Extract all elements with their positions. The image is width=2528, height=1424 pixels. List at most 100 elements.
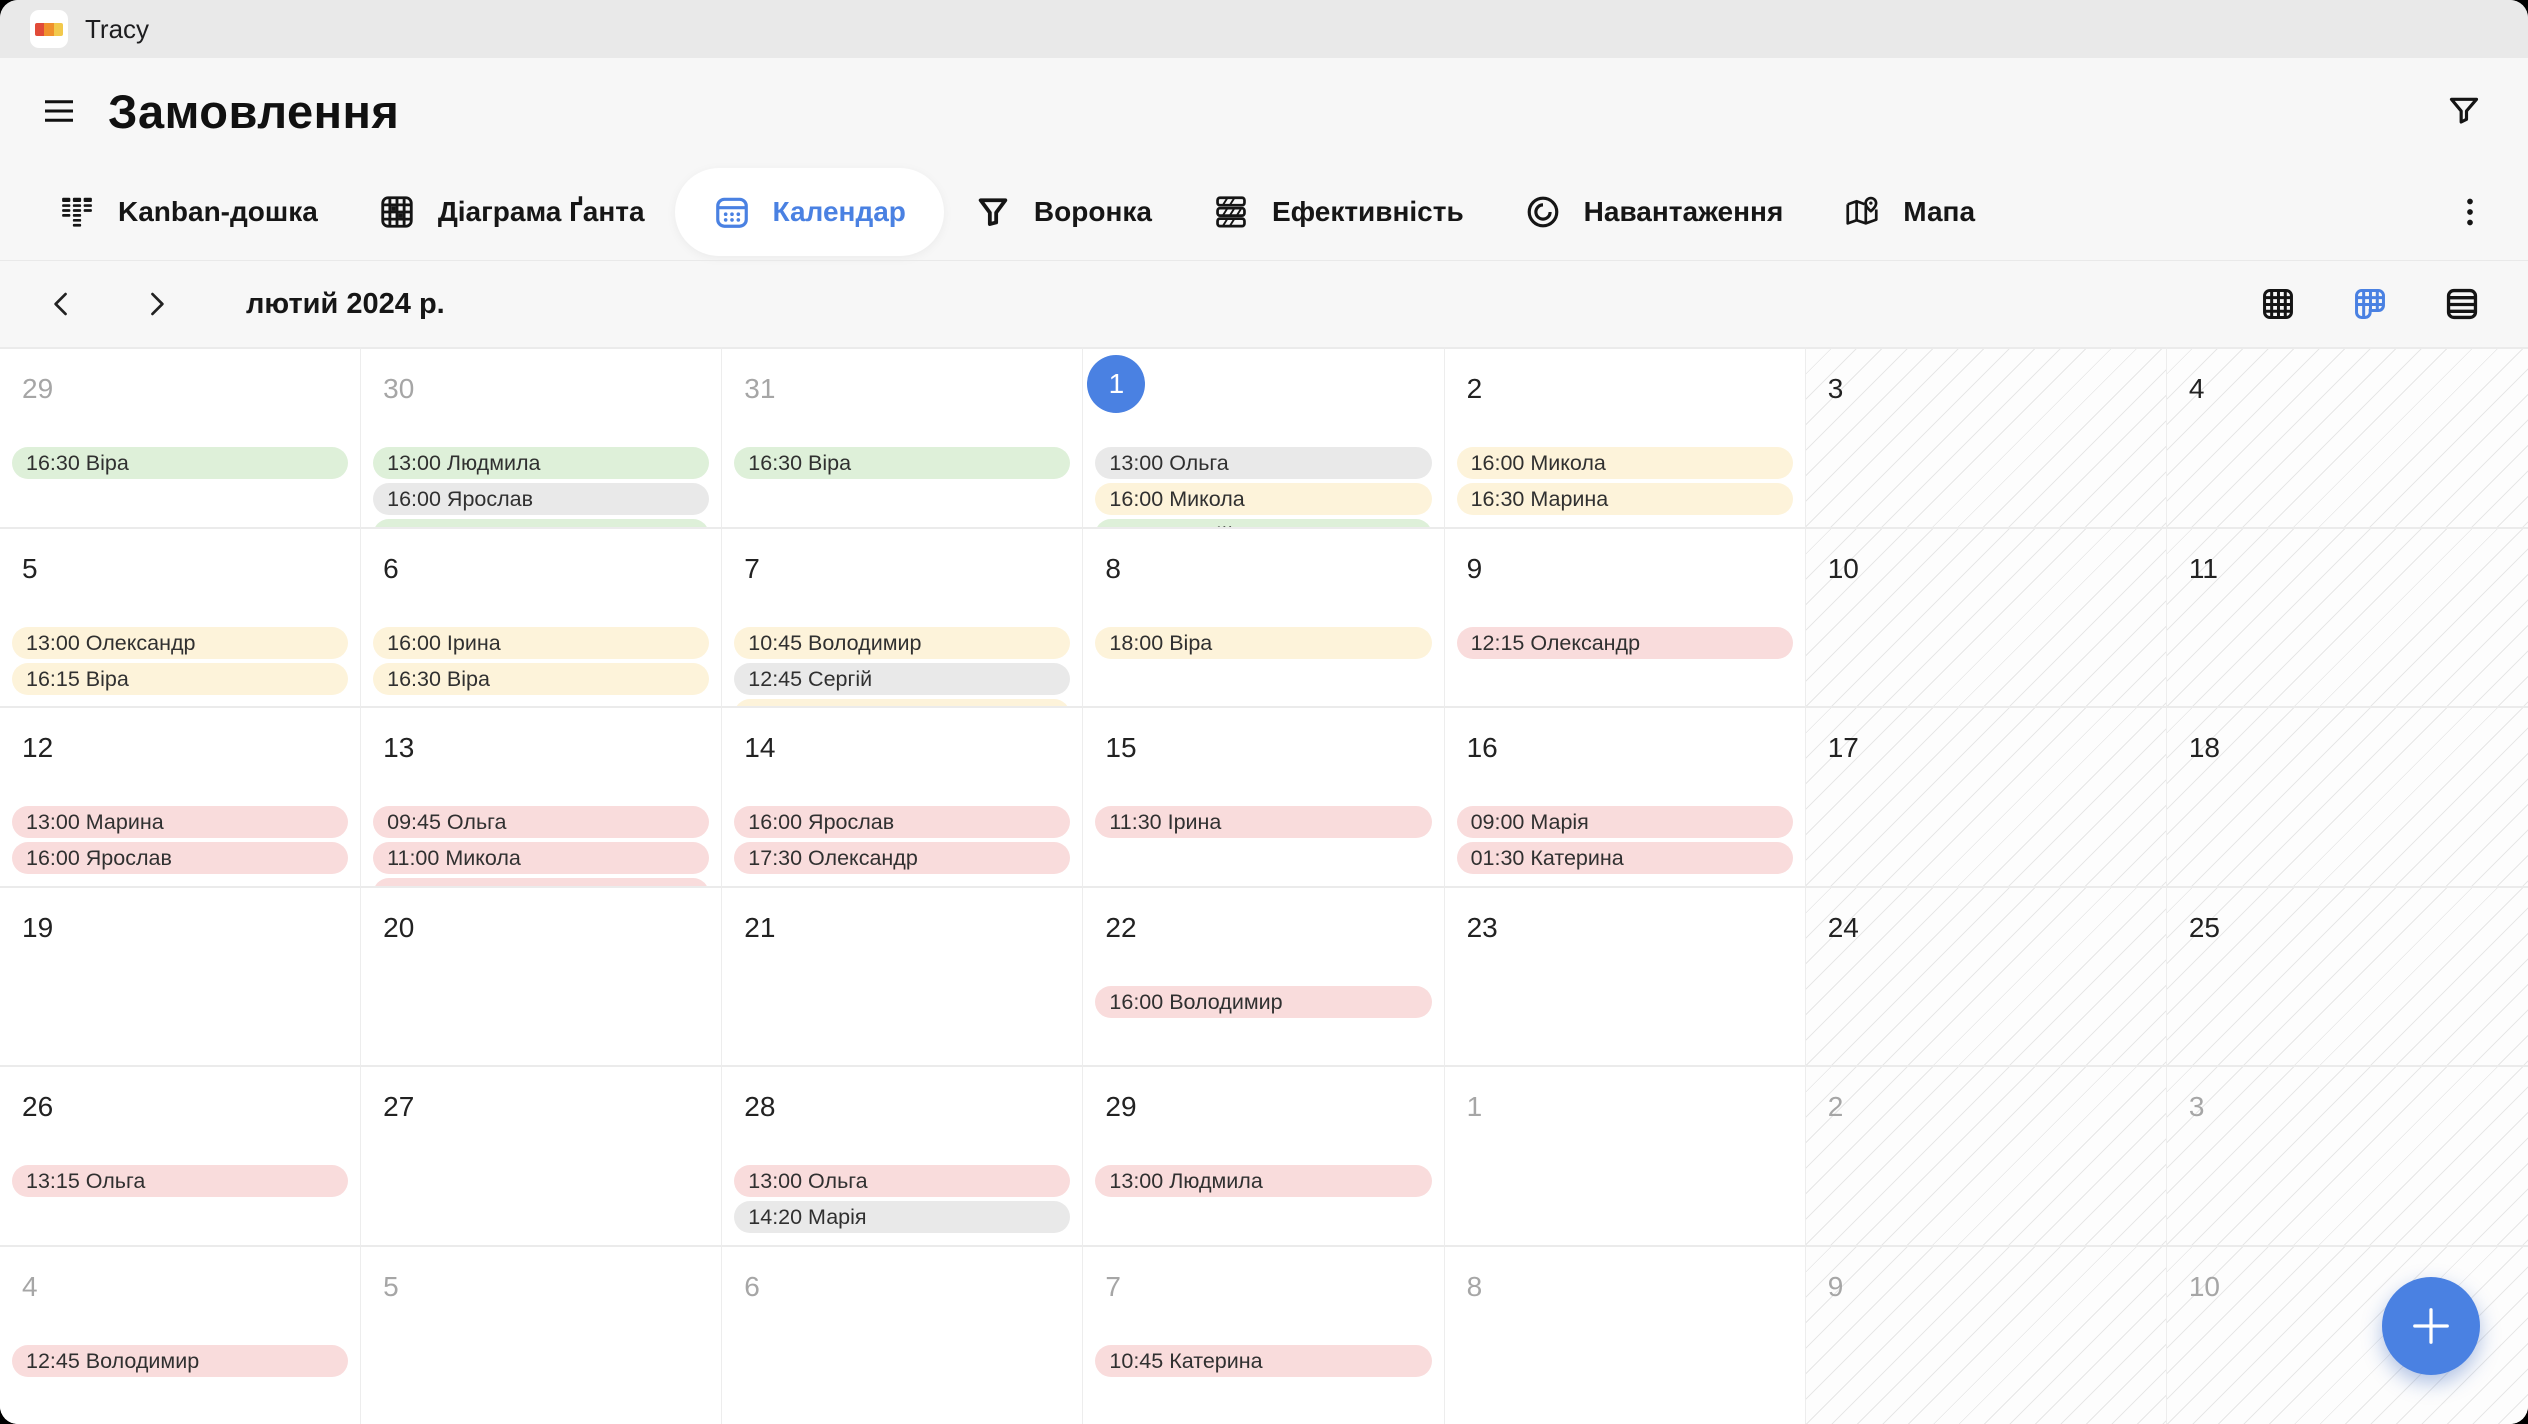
event-chip[interactable]: 16:30 Олександр	[373, 519, 710, 527]
day-cell[interactable]: 15 11:30 Ірина	[1083, 706, 1445, 886]
day-cell[interactable]: 26 13:15 Ольга	[0, 1065, 362, 1245]
event-list: 13:00 Людмила	[1095, 1165, 1432, 1197]
hamburger-menu-button[interactable]	[36, 88, 82, 134]
day-cell[interactable]: 2 16:00 Микола 16:30 Марина	[1444, 347, 1806, 527]
day-cell[interactable]: 2	[1805, 1065, 2167, 1245]
event-chip[interactable]: 13:00 Ольга	[1095, 447, 1432, 479]
event-chip[interactable]: 12:45 Володимир	[12, 1344, 349, 1377]
gantt-icon	[378, 193, 416, 231]
day-cell[interactable]: 30 13:00 Людмила 16:00 Ярослав 16:30 Олекса…	[361, 347, 723, 527]
event-chip[interactable]: 13:00 Людмила	[1095, 1165, 1432, 1197]
event-chip[interactable]: 16:00 Ярослав	[12, 842, 349, 874]
day-cell[interactable]: 16 09:00 Марія 01:30 Катерина	[1444, 706, 1806, 886]
day-cell[interactable]: 17	[1805, 706, 2167, 886]
day-cell[interactable]: 31 16:30 Віра	[722, 347, 1084, 527]
event-chip[interactable]: 16:00 Ірина	[373, 626, 710, 659]
page-header: Замовлення	[0, 58, 2528, 164]
day-cell[interactable]: 9 12:15 Олександр	[1444, 526, 1806, 706]
day-cell[interactable]: 23	[1444, 885, 1806, 1065]
event-chip[interactable]: 13:00 Ольга	[734, 1165, 1071, 1197]
day-cell[interactable]: 8	[1444, 1244, 1806, 1424]
day-cell[interactable]: 28 13:00 Ольга 14:20 Марія	[722, 1065, 1084, 1245]
day-cell[interactable]: 7 10:45 Катерина	[1083, 1244, 1445, 1424]
day-cell[interactable]: 10	[1805, 526, 2167, 706]
tab-efficiency[interactable]: Ефективність	[1182, 168, 1494, 256]
day-cell[interactable]: 8 18:00 Віра	[1083, 526, 1445, 706]
day-cell[interactable]: 5	[361, 1244, 723, 1424]
event-chip[interactable]: 16:30 Віра	[734, 698, 1071, 706]
filter-button[interactable]	[2444, 91, 2484, 131]
day-cell[interactable]: 4	[2166, 347, 2528, 527]
next-month-button[interactable]	[134, 282, 178, 326]
day-cell[interactable]: 9	[1805, 1244, 2167, 1424]
day-cell[interactable]: 1 13:00 Ольга 16:00 Микола 16:30 Сергій	[1083, 347, 1445, 527]
event-chip[interactable]: 13:00 Марина	[12, 806, 349, 838]
event-chip[interactable]: 16:00 Микола	[1095, 483, 1432, 515]
day-cell[interactable]: 29 16:30 Віра	[0, 347, 362, 527]
day-cell[interactable]: 21	[722, 885, 1084, 1065]
event-chip[interactable]: 18:00 Віра	[1095, 626, 1432, 659]
day-cell[interactable]: 1	[1444, 1065, 1806, 1245]
event-chip[interactable]: 10:45 Катерина	[1095, 1344, 1432, 1377]
event-chip[interactable]: 09:00 Марія	[1456, 806, 1793, 838]
day-cell[interactable]: 22 16:00 Володимир	[1083, 885, 1445, 1065]
event-chip[interactable]: 13:15 Ольга	[12, 1165, 349, 1197]
tabs-overflow-button[interactable]	[2452, 194, 2488, 230]
event-chip[interactable]: 10:45 Володимир	[734, 626, 1071, 659]
day-cell[interactable]: 6 16:00 Ірина 16:30 Віра	[361, 526, 723, 706]
event-chip[interactable]: 12:15 Олександр	[1456, 626, 1793, 659]
event-chip[interactable]: 16:00 Ярослав	[734, 806, 1071, 838]
agenda-view-button[interactable]	[2440, 282, 2484, 326]
day-cell[interactable]: 4 12:45 Володимир	[0, 1244, 362, 1424]
event-chip[interactable]: 16:30 Сергій	[1095, 519, 1432, 527]
event-list: 13:00 Олександр 16:15 Віра	[12, 626, 349, 695]
prev-month-button[interactable]	[40, 282, 84, 326]
day-cell[interactable]: 29 13:00 Людмила	[1083, 1065, 1445, 1245]
day-cell[interactable]: 12 13:00 Марина 16:00 Ярослав	[0, 706, 362, 886]
tab-map[interactable]: Мапа	[1813, 168, 2005, 256]
event-chip[interactable]: 11:30 Ірина	[1095, 806, 1432, 838]
event-chip[interactable]: 13:00 Людмила	[373, 447, 710, 479]
event-chip[interactable]: 16:00 Микола	[1456, 447, 1793, 479]
event-chip[interactable]: 16:30 Марина	[1456, 483, 1793, 515]
day-cell[interactable]: 13 09:45 Ольга 11:00 Микола 17:30 Катерина	[361, 706, 723, 886]
event-chip[interactable]: 16:30 Віра	[734, 447, 1071, 479]
tab-calendar[interactable]: Календар	[674, 168, 944, 256]
tab-kanban[interactable]: Kanban-дошка	[28, 168, 348, 256]
tab-gantt[interactable]: Діаграма Ґанта	[348, 168, 675, 256]
day-cell[interactable]: 3	[1805, 347, 2167, 527]
event-chip[interactable]: 17:30 Катерина	[373, 878, 710, 886]
month-view-button[interactable]	[2256, 282, 2300, 326]
day-cell[interactable]: 19	[0, 885, 362, 1065]
day-cell[interactable]: 14 16:00 Ярослав 17:30 Олександр	[722, 706, 1084, 886]
day-number: 27	[383, 1091, 415, 1122]
day-number: 6	[383, 552, 399, 584]
event-chip[interactable]: 17:30 Олександр	[734, 842, 1071, 874]
day-cell[interactable]: 11	[2166, 526, 2528, 706]
event-chip[interactable]: 12:45 Сергій	[734, 662, 1071, 695]
day-cell[interactable]: 25	[2166, 885, 2528, 1065]
event-chip[interactable]: 16:30 Віра	[373, 662, 710, 695]
day-cell[interactable]: 24	[1805, 885, 2167, 1065]
event-chip[interactable]: 13:00 Олександр	[12, 626, 349, 659]
day-number: 13	[383, 732, 415, 763]
event-chip[interactable]: 11:00 Микола	[373, 842, 710, 874]
tab-funnel[interactable]: Воронка	[944, 168, 1182, 256]
event-chip[interactable]: 14:20 Марія	[734, 1201, 1071, 1233]
event-chip[interactable]: 09:45 Ольга	[373, 806, 710, 838]
event-chip[interactable]: 16:30 Віра	[12, 447, 349, 479]
event-chip[interactable]: 16:15 Віра	[12, 662, 349, 695]
day-cell[interactable]: 6	[722, 1244, 1084, 1424]
event-chip[interactable]: 01:30 Катерина	[1456, 842, 1793, 874]
event-chip[interactable]: 16:00 Ярослав	[373, 483, 710, 515]
day-cell[interactable]: 27	[361, 1065, 723, 1245]
day-cell[interactable]: 5 13:00 Олександр 16:15 Віра	[0, 526, 362, 706]
day-cell[interactable]: 7 10:45 Володимир12:45 Сергій 16:30 Віра	[722, 526, 1084, 706]
day-cell[interactable]: 3	[2166, 1065, 2528, 1245]
day-cell[interactable]: 20	[361, 885, 723, 1065]
day-cell[interactable]: 18	[2166, 706, 2528, 886]
event-chip[interactable]: 16:00 Володимир	[1095, 985, 1432, 1018]
add-event-button[interactable]	[2382, 1277, 2480, 1375]
tab-load[interactable]: Навантаження	[1494, 168, 1814, 256]
split-view-button[interactable]	[2348, 282, 2392, 326]
